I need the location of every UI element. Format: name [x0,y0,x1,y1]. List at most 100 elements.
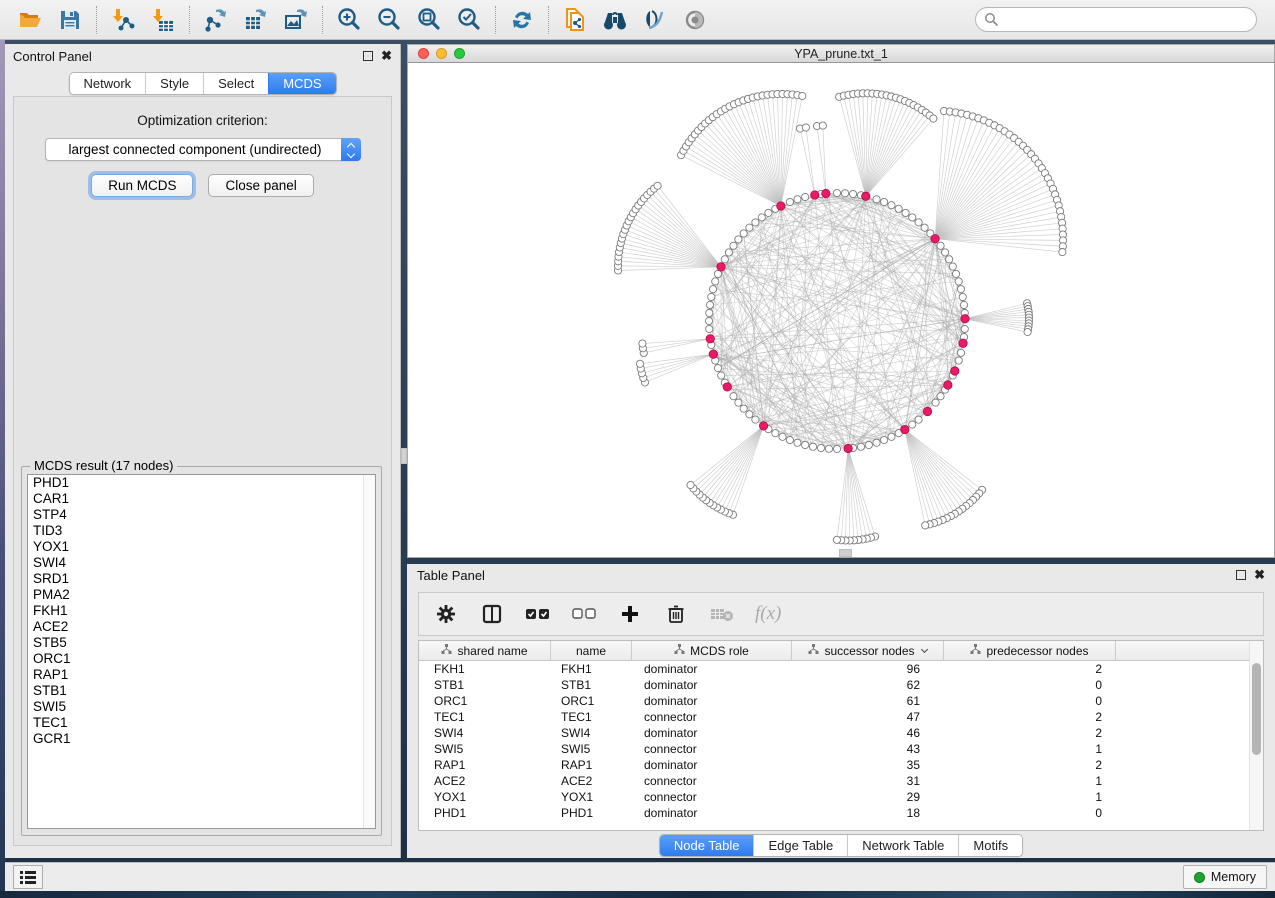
birdseye-view-icon[interactable] [675,3,715,37]
cell-name[interactable]: SWI4 [551,726,632,740]
network-node[interactable] [706,301,713,308]
network-node[interactable] [849,190,856,197]
table-row[interactable]: FKH1FKH1dominator962 [419,661,1263,677]
cell-predecessor_nodes[interactable]: 2 [944,662,1116,676]
network-node[interactable] [961,315,969,323]
import-network-icon[interactable] [103,3,143,37]
column-header-name[interactable]: name [551,641,632,661]
cell-predecessor_nodes[interactable]: 2 [944,710,1116,724]
network-node[interactable] [817,444,824,451]
network-node[interactable] [786,198,793,205]
cell-mcds_role[interactable]: connector [632,742,792,756]
network-node[interactable] [932,399,939,406]
cell-mcds_role[interactable]: dominator [632,806,792,820]
mcds-result-item[interactable]: PMA2 [28,587,375,603]
network-node[interactable] [740,230,747,237]
network-canvas[interactable] [407,63,1275,558]
network-node[interactable] [740,405,747,412]
search-binoculars-icon[interactable] [595,3,635,37]
mcds-result-item[interactable]: PHD1 [28,475,375,491]
mcds-result-item[interactable]: ACE2 [28,619,375,635]
cell-mcds_role[interactable]: dominator [632,726,792,740]
memory-button[interactable]: Memory [1183,865,1267,889]
network-node[interactable] [712,278,719,285]
network-node[interactable] [915,219,922,226]
cell-successor_nodes[interactable]: 29 [792,790,944,804]
cell-successor_nodes[interactable]: 18 [792,806,944,820]
add-icon[interactable] [617,601,643,627]
network-node[interactable] [1059,249,1066,256]
cell-shared_name[interactable]: FKH1 [419,662,551,676]
network-node[interactable] [794,439,801,446]
tab-network-table[interactable]: Network Table [847,835,958,856]
tab-motifs[interactable]: Motifs [958,835,1022,856]
cell-mcds_role[interactable]: dominator [632,678,792,692]
float-panel-icon[interactable] [363,51,373,61]
cell-shared_name[interactable]: RAP1 [419,758,551,772]
cell-shared_name[interactable]: YOX1 [419,790,551,804]
network-node[interactable] [946,256,953,263]
network-node[interactable] [941,249,948,256]
network-node[interactable] [802,193,809,200]
close-table-panel-icon[interactable]: ✖ [1254,570,1265,580]
network-node[interactable] [714,365,721,372]
cell-predecessor_nodes[interactable]: 0 [944,678,1116,692]
refresh-icon[interactable] [502,3,542,37]
import-table-icon[interactable] [143,3,183,37]
mcds-result-item[interactable]: YOX1 [28,539,375,555]
network-node[interactable] [752,219,759,226]
export-network-icon[interactable] [196,3,236,37]
network-node[interactable] [957,349,964,356]
network-node[interactable] [844,444,852,452]
run-mcds-button[interactable]: Run MCDS [91,174,193,197]
network-node[interactable] [758,214,765,221]
mcds-result-item[interactable]: STP4 [28,507,375,523]
network-node[interactable] [718,372,725,379]
cell-name[interactable]: ORC1 [551,694,632,708]
network-node[interactable] [833,445,840,452]
cell-predecessor_nodes[interactable]: 2 [944,726,1116,740]
network-node[interactable] [888,433,895,440]
cell-successor_nodes[interactable]: 62 [792,678,944,692]
network-node[interactable] [931,235,939,243]
save-icon[interactable] [50,3,90,37]
network-node[interactable] [709,350,717,358]
cell-predecessor_nodes[interactable]: 2 [944,758,1116,772]
cell-shared_name[interactable]: SWI4 [419,726,551,740]
float-table-panel-icon[interactable] [1236,570,1246,580]
cell-mcds_role[interactable]: dominator [632,662,792,676]
column-header-shared-name[interactable]: shared name [419,641,551,661]
cell-successor_nodes[interactable]: 47 [792,710,944,724]
network-node[interactable] [799,92,806,99]
network-node[interactable] [777,202,785,210]
mcds-result-item[interactable]: SWI4 [28,555,375,571]
table-row[interactable]: RAP1RAP1dominator352 [419,757,1263,773]
network-node[interactable] [873,196,880,203]
show-columns-icon[interactable] [479,601,505,627]
cell-name[interactable]: STB1 [551,678,632,692]
network-node[interactable] [951,367,959,375]
network-node[interactable] [706,335,714,343]
tab-style[interactable]: Style [145,73,203,94]
cell-successor_nodes[interactable]: 31 [792,774,944,788]
cell-shared_name[interactable]: STB1 [419,678,551,692]
network-node[interactable] [706,325,713,332]
table-row[interactable]: SWI5SWI5connector431 [419,741,1263,757]
tab-node-table[interactable]: Node Table [660,835,754,856]
close-panel-icon[interactable]: ✖ [381,51,392,61]
network-node[interactable] [809,443,816,450]
zoom-fit-icon[interactable] [409,3,449,37]
mcds-result-item[interactable]: STB5 [28,635,375,651]
table-scrollbar-thumb[interactable] [1252,663,1261,755]
table-row[interactable]: PHD1PHD1dominator180 [419,805,1263,821]
column-header-MCDS-role[interactable]: MCDS role [632,641,792,661]
network-node[interactable] [636,360,643,367]
zoom-selected-icon[interactable] [449,3,489,37]
vertical-splitter-grip-icon[interactable] [401,448,407,464]
network-node[interactable] [802,441,809,448]
cell-shared_name[interactable]: TEC1 [419,710,551,724]
toggle-graphics-details-icon[interactable] [635,3,675,37]
mcds-list-scrollbar[interactable] [363,475,375,828]
cell-mcds_role[interactable]: dominator [632,758,792,772]
network-node[interactable] [735,236,742,243]
